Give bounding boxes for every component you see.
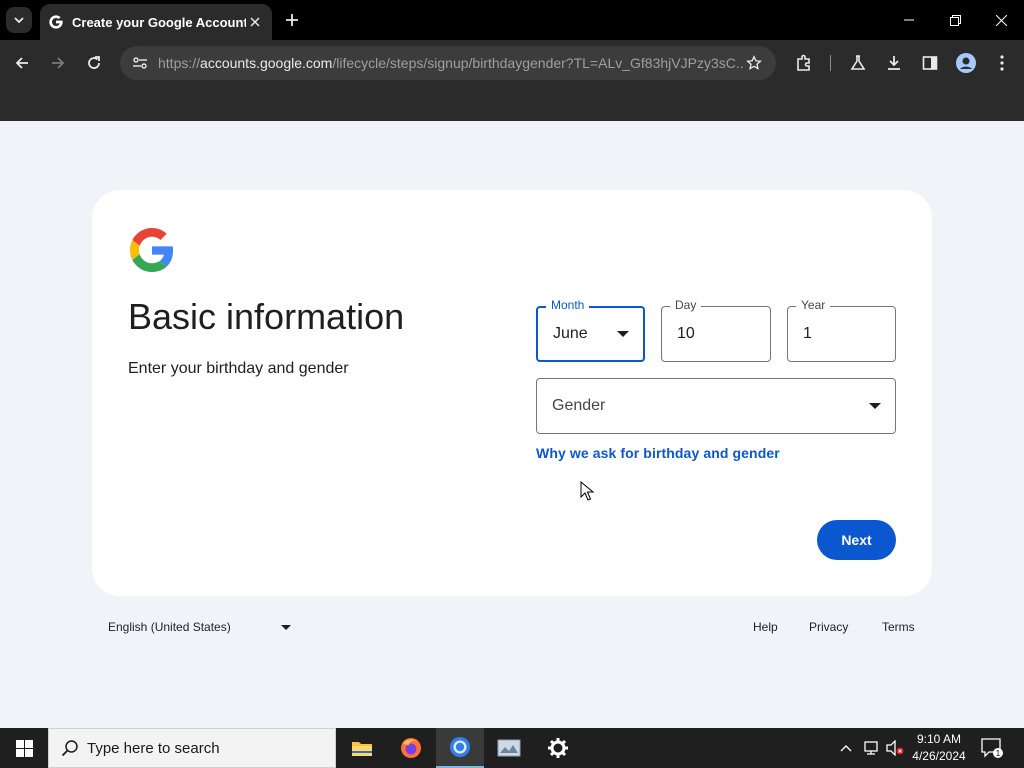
caret-down-icon: [617, 331, 629, 337]
gender-placeholder: Gender: [552, 397, 606, 414]
close-icon: [995, 14, 1007, 26]
new-tab-button[interactable]: [280, 8, 304, 32]
gear-icon: [548, 738, 568, 758]
taskbar-chrome[interactable]: [436, 728, 484, 768]
close-window-button[interactable]: [978, 0, 1024, 40]
network-icon[interactable]: [861, 738, 881, 758]
url-host: accounts.google.com: [200, 55, 333, 71]
year-value: 1: [803, 325, 812, 342]
month-label: Month: [546, 298, 590, 312]
arrow-right-icon: [52, 57, 65, 69]
chrome-icon: [450, 737, 470, 757]
search-icon: [61, 740, 78, 757]
browser-toolbar: https://accounts.google.com/lifecycle/st…: [0, 40, 1024, 86]
why-we-ask-link[interactable]: Why we ask for birthday and gender: [536, 445, 780, 461]
reload-icon: [88, 56, 100, 69]
taskbar-search[interactable]: Type here to search: [48, 728, 336, 768]
image-viewer-icon: [497, 739, 521, 757]
start-button[interactable]: [0, 728, 48, 768]
day-input[interactable]: Day 10: [661, 298, 771, 362]
url-text: https://accounts.google.com/lifecycle/st…: [158, 55, 744, 71]
flask-icon: [850, 55, 866, 70]
menu-button[interactable]: [988, 49, 1016, 77]
restore-icon: [949, 14, 961, 26]
volume-muted-icon[interactable]: [885, 738, 905, 758]
tray-overflow-icon[interactable]: [836, 738, 856, 758]
gender-select[interactable]: Gender: [536, 378, 896, 434]
browser-tab-active[interactable]: Create your Google Account: [40, 4, 272, 40]
month-value: June: [553, 325, 588, 342]
taskbar-firefox[interactable]: [387, 728, 435, 768]
plus-icon: [286, 14, 298, 26]
downloads-button[interactable]: [880, 49, 908, 77]
terms-link[interactable]: Terms: [882, 620, 915, 634]
notification-count: 1: [996, 749, 1001, 758]
folder-icon: [352, 742, 372, 756]
url-scheme: https://: [158, 55, 201, 71]
month-select[interactable]: Month June: [536, 298, 645, 362]
taskbar-search-placeholder: Type here to search: [87, 739, 220, 757]
reload-button[interactable]: [80, 49, 108, 77]
google-favicon-icon: [49, 15, 63, 29]
side-panel-button[interactable]: [916, 49, 944, 77]
windows-taskbar: Type here to search 9:10 AM 4/26/2024 1: [0, 728, 1024, 768]
notification-center-button[interactable]: 1: [980, 736, 1004, 760]
side-panel-icon: [922, 56, 938, 70]
tab-close-icon[interactable]: [246, 13, 264, 31]
privacy-link[interactable]: Privacy: [809, 620, 848, 634]
address-bar[interactable]: https://accounts.google.com/lifecycle/st…: [120, 46, 776, 80]
year-label: Year: [796, 298, 831, 312]
language-select[interactable]: English (United States): [108, 620, 291, 634]
page-title: Basic information: [128, 296, 405, 337]
tab-search-button[interactable]: [6, 7, 32, 33]
bookmarks-bar: [0, 86, 1024, 121]
language-value: English (United States): [108, 620, 231, 634]
minimize-icon: [904, 19, 914, 21]
download-icon: [888, 56, 900, 70]
puzzle-icon: [797, 54, 810, 71]
back-button[interactable]: [8, 49, 36, 77]
caret-down-icon: [280, 624, 291, 630]
taskbar-clock[interactable]: 9:10 AM 4/26/2024: [906, 731, 972, 765]
url-path: /lifecycle/steps/signup/birthdaygender?T…: [332, 55, 744, 71]
taskbar-image-viewer[interactable]: [485, 728, 533, 768]
restore-button[interactable]: [932, 0, 978, 40]
labs-button[interactable]: [844, 49, 872, 77]
tab-title: Create your Google Account: [72, 14, 246, 30]
day-value: 10: [677, 325, 695, 342]
windows-logo-icon: [15, 739, 33, 757]
mouse-cursor-icon: [580, 481, 594, 501]
taskbar-settings[interactable]: [534, 728, 582, 768]
arrow-left-icon: [15, 57, 28, 69]
extensions-button[interactable]: [790, 49, 818, 77]
notification-icon: 1: [981, 738, 1003, 758]
year-input[interactable]: Year 1: [787, 298, 896, 362]
toolbar-separator: [830, 55, 831, 71]
google-logo-icon: [130, 228, 174, 272]
browser-titlebar: Create your Google Account: [0, 0, 1024, 40]
chevron-down-icon: [14, 17, 24, 24]
page-subtitle: Enter your birthday and gender: [128, 360, 349, 377]
taskbar-file-explorer[interactable]: [338, 728, 386, 768]
forward-button[interactable]: [44, 49, 72, 77]
firefox-icon: [401, 738, 421, 758]
next-button[interactable]: Next: [817, 520, 896, 560]
day-label: Day: [670, 298, 702, 312]
avatar-icon: [956, 53, 976, 73]
signup-card: Basic information Enter your birthday an…: [92, 190, 932, 596]
minimize-button[interactable]: [886, 0, 932, 40]
clock-time: 9:10 AM: [916, 732, 962, 746]
clock-date: 4/26/2024: [912, 749, 966, 763]
more-vert-icon: [1000, 55, 1004, 71]
caret-down-icon: [869, 403, 881, 409]
site-settings-icon[interactable]: [130, 53, 150, 73]
help-link[interactable]: Help: [753, 620, 778, 634]
profile-button[interactable]: [952, 49, 980, 77]
bookmark-star-icon[interactable]: [744, 53, 764, 73]
